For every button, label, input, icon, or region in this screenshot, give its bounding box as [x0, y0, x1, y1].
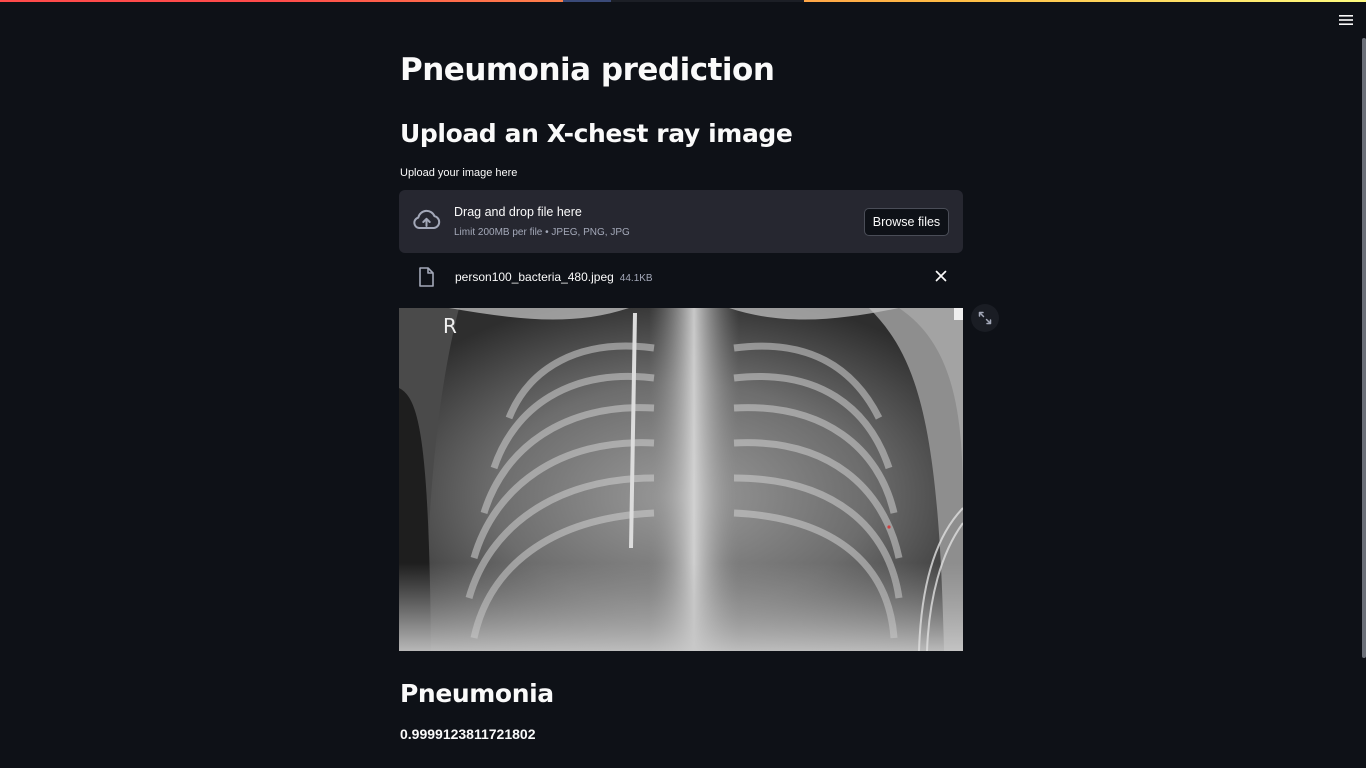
file-name-text: person100_bacteria_480.jpeg [455, 270, 614, 284]
page-scrollbar[interactable] [1362, 38, 1366, 658]
fullscreen-expand-icon [978, 311, 992, 325]
top-decoration-bar [0, 0, 1366, 2]
prediction-label: Pneumonia [400, 679, 554, 708]
uploaded-file-size: 44.1KB [619, 273, 653, 284]
fullscreen-button[interactable] [971, 304, 999, 332]
file-icon [419, 267, 434, 287]
uploaded-file-name: person100_bacteria_480.jpeg 44.1KB [455, 270, 653, 284]
xray-side-marker: R [443, 314, 457, 338]
hamburger-menu-icon [1339, 15, 1353, 25]
dropzone-title: Drag and drop file here [454, 205, 582, 219]
upload-section-heading: Upload an X-chest ray image [400, 119, 793, 148]
dropzone-hint: Limit 200MB per file • JPEG, PNG, JPG [454, 227, 630, 238]
uploader-label: Upload your image here [400, 167, 518, 179]
uploaded-file-row: person100_bacteria_480.jpeg 44.1KB [400, 262, 963, 292]
chest-xray-picture: R [399, 308, 963, 651]
prediction-score: 0.9999123811721802 [400, 726, 536, 742]
close-icon[interactable] [933, 268, 949, 284]
cloud-upload-icon [413, 209, 441, 229]
browse-files-button[interactable]: Browse files [864, 208, 949, 236]
file-dropzone[interactable]: Drag and drop file here Limit 200MB per … [399, 190, 963, 253]
page-title: Pneumonia prediction [400, 52, 775, 88]
xray-image: R [399, 308, 963, 651]
main-menu-button[interactable] [1334, 10, 1358, 30]
